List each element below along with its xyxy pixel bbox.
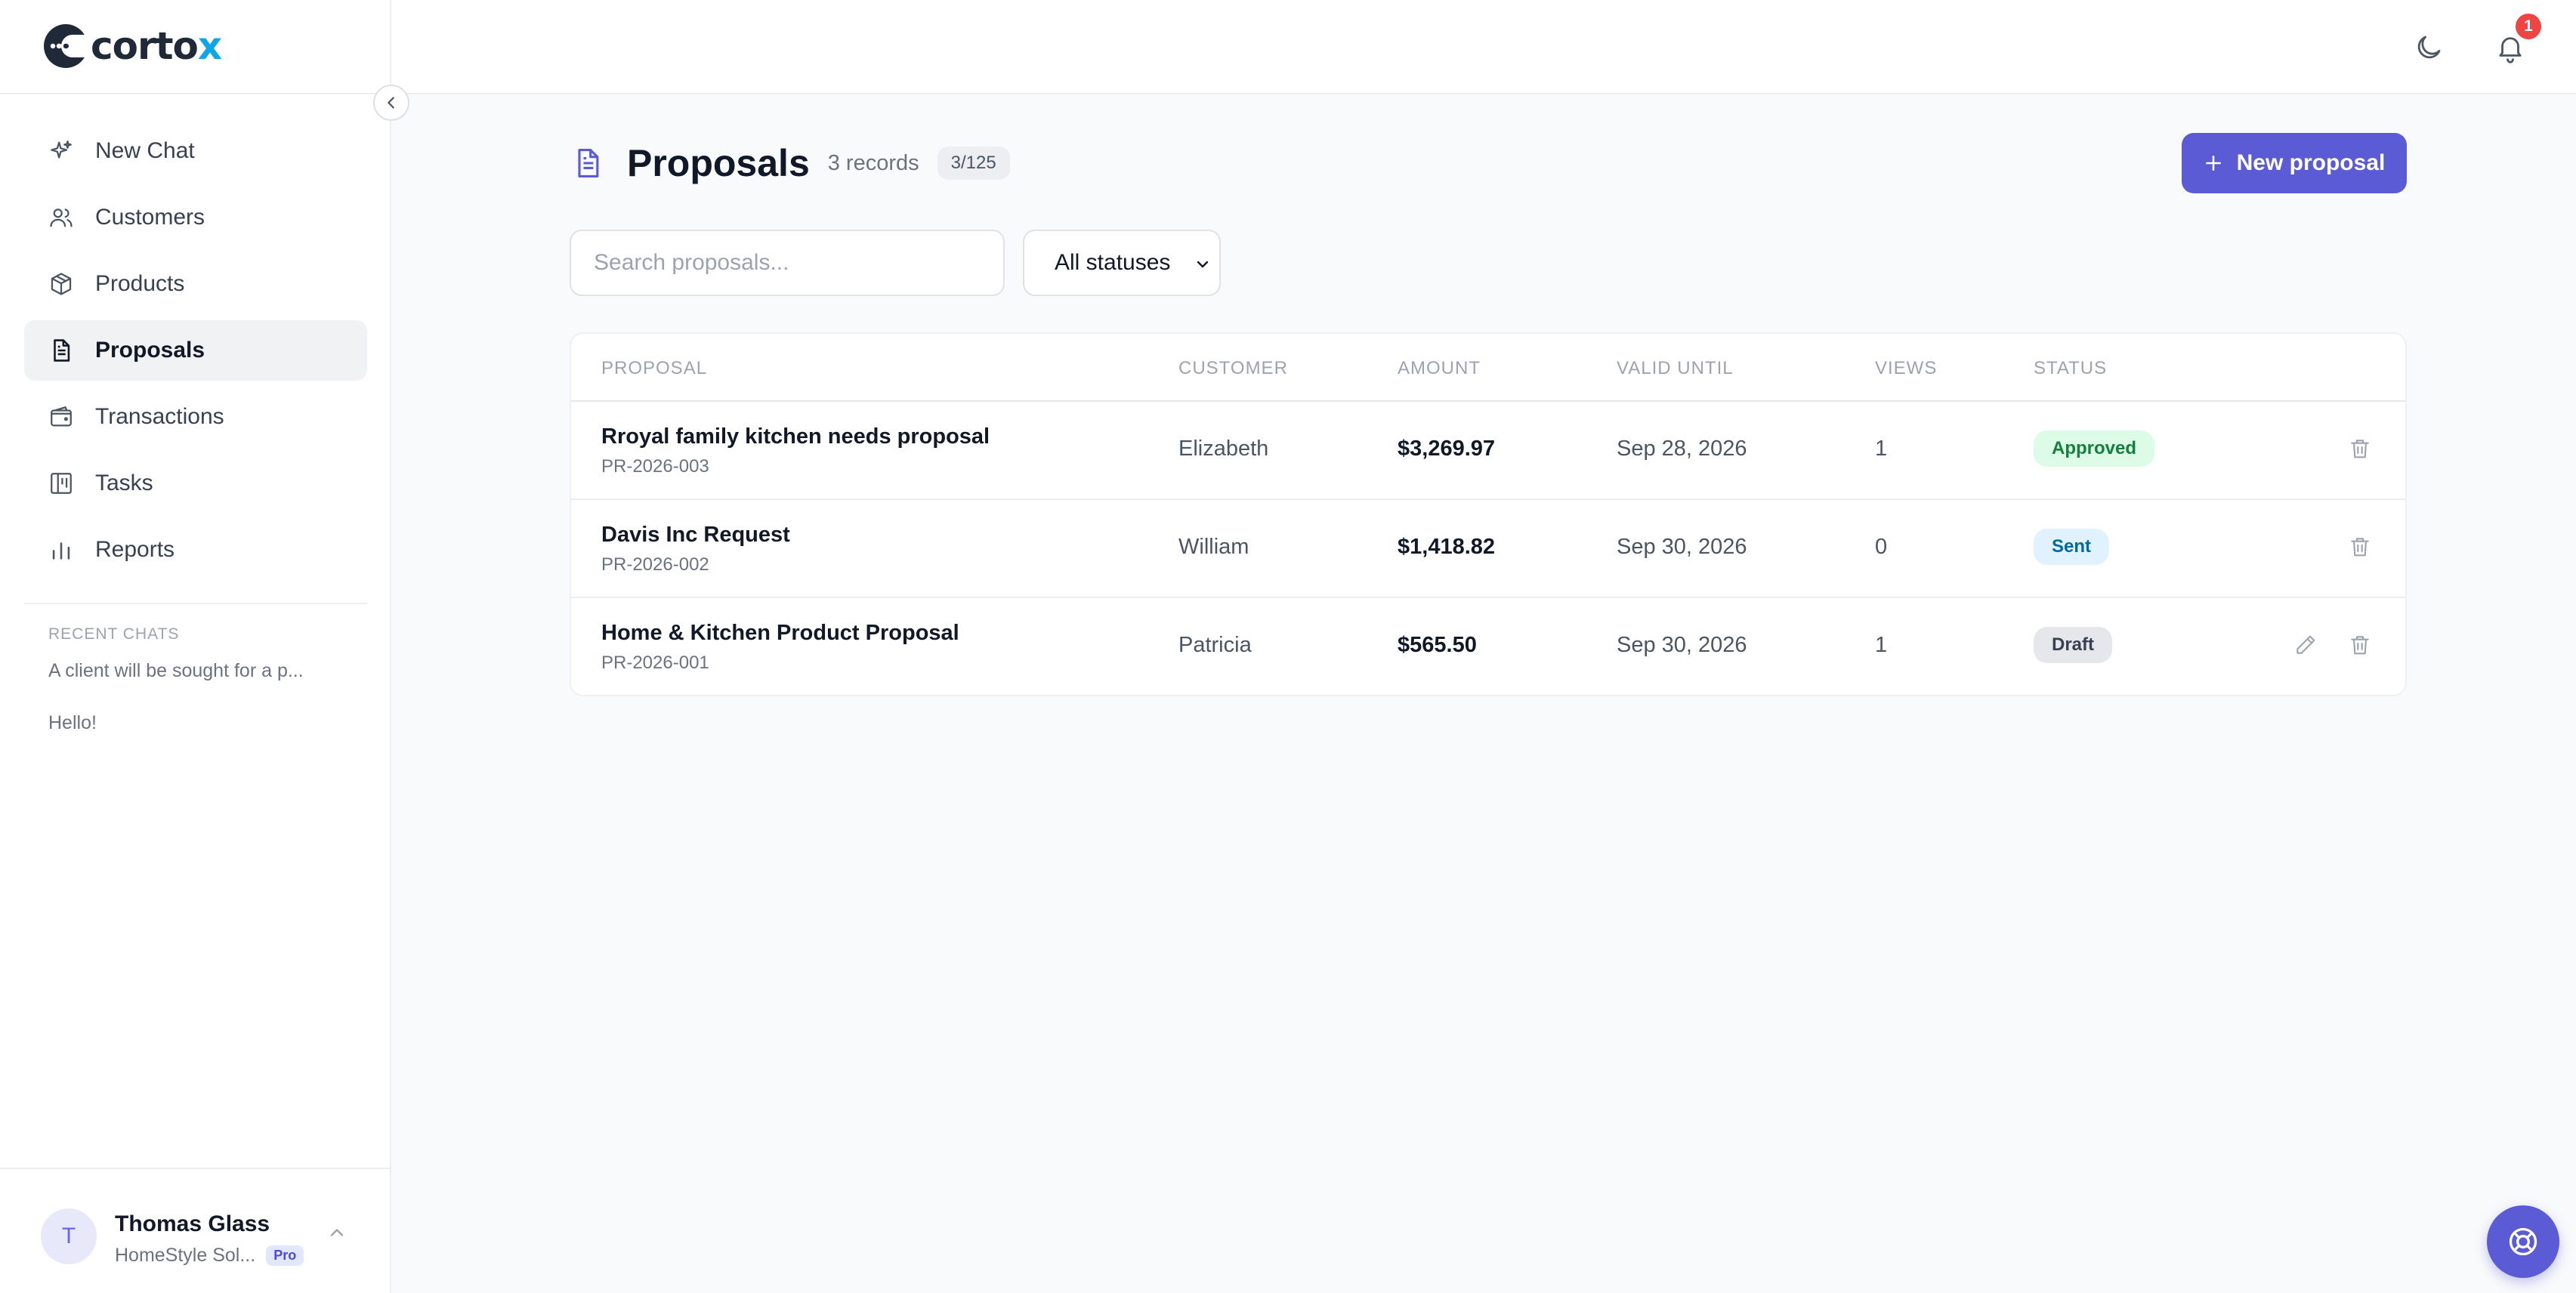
valid-until: Sep 28, 2026 [1617,437,1747,461]
column-header-status[interactable]: STATUS [2034,358,2107,379]
notification-badge: 1 [2516,14,2541,39]
user-name: Thomas Glass [115,1211,270,1236]
chevron-left-icon [388,97,394,109]
document-icon [578,149,599,177]
new-proposal-button[interactable]: New proposal [2182,133,2407,193]
proposal-title[interactable]: Home & Kitchen Product Proposal [601,621,959,646]
sidebar-item-proposals[interactable]: Proposals [24,320,367,381]
recent-chat-item[interactable]: A client will be sought for a p... [48,660,367,682]
page-header: Proposals 3 records 3/125 [571,133,1010,193]
users-icon [50,208,73,227]
status-filter-value: All statuses [1055,250,1171,275]
recent-chats-title: RECENT CHATS [48,625,180,643]
top-bar [391,0,2576,94]
sidebar-item-label: Customers [95,205,205,230]
plus-icon [2205,156,2221,171]
trash-icon[interactable] [2348,437,2372,461]
proposal-code: PR-2026-001 [601,653,709,673]
sidebar-item-label: Transactions [95,404,224,429]
logo-text: cortox [91,24,222,68]
valid-until: Sep 30, 2026 [1617,633,1747,657]
column-header-amount[interactable]: AMOUNT [1398,358,1481,379]
table-header: PROPOSAL CUSTOMER AMOUNT VALID UNTIL VIE… [571,334,2405,402]
amount: $565.50 [1398,633,1477,657]
usage-badge: 3/125 [937,147,1010,180]
sidebar-item-reports[interactable]: Reports [24,520,367,580]
sparkles-icon [51,140,72,159]
table-row[interactable]: Davis Inc Request PR-2026-002 William $1… [571,500,2405,598]
customer-name: Patricia [1178,633,1252,657]
lifebuoy-icon [2509,1227,2537,1256]
logo-area: cortox [0,0,390,94]
views-count: 1 [1875,437,1888,461]
company-name: HomeStyle Sol... [115,1245,256,1266]
status-badge: Approved [2034,430,2155,467]
pencil-icon[interactable] [2293,633,2318,657]
logo-mark-icon [44,24,89,68]
kanban-icon [51,473,72,494]
help-button[interactable] [2487,1205,2559,1278]
chevron-up-icon[interactable] [326,1222,347,1243]
document-icon [54,339,70,362]
proposal-code: PR-2026-002 [601,554,709,575]
column-header-valid-until[interactable]: VALID UNTIL [1617,358,1734,379]
proposals-table: PROPOSAL CUSTOMER AMOUNT VALID UNTIL VIE… [570,332,2407,696]
sidebar-nav: New Chat Customers Products Proposals Tr… [24,121,367,586]
views-count: 1 [1875,633,1888,657]
bar-chart-icon [52,542,70,560]
search-input[interactable] [594,250,1003,276]
package-icon [51,273,72,295]
moon-icon[interactable] [2413,32,2445,63]
sidebar-item-new-chat[interactable]: New Chat [24,121,367,181]
amount: $1,418.82 [1398,535,1496,559]
user-company: HomeStyle Sol... Pro [115,1245,304,1267]
status-badge: Draft [2034,627,2113,663]
proposal-title[interactable]: Davis Inc Request [601,523,790,548]
sidebar-item-label: New Chat [95,138,195,163]
valid-until: Sep 30, 2026 [1617,535,1747,559]
trash-icon[interactable] [2348,535,2372,559]
avatar: T [41,1208,97,1264]
sidebar-item-label: Tasks [95,471,153,495]
table-row[interactable]: Rroyal family kitchen needs proposal PR-… [571,402,2405,500]
trash-icon[interactable] [2348,633,2372,657]
column-header-proposal[interactable]: PROPOSAL [601,358,707,379]
customer-name: William [1178,535,1249,559]
proposal-title[interactable]: Rroyal family kitchen needs proposal [601,424,990,449]
new-proposal-label: New proposal [2236,150,2386,175]
proposal-code: PR-2026-003 [601,456,709,477]
column-header-views[interactable]: VIEWS [1875,358,1937,379]
sidebar-item-tasks[interactable]: Tasks [24,453,367,514]
sidebar-item-label: Reports [95,537,175,562]
sidebar-item-products[interactable]: Products [24,254,367,314]
status-filter-select[interactable]: All statuses [1023,230,1221,296]
page-title: Proposals [627,142,810,184]
search-box[interactable] [570,230,1005,296]
sidebar: cortox New Chat Customers Products Propo… [0,0,391,1293]
records-count: 3 records [827,150,919,175]
wallet-icon [51,406,72,427]
column-header-customer[interactable]: CUSTOMER [1178,358,1288,379]
status-badge: Sent [2034,529,2110,565]
table-row[interactable]: Home & Kitchen Product Proposal PR-2026-… [571,598,2405,695]
plan-badge: Pro [266,1245,304,1266]
recent-chat-item[interactable]: Hello! [48,712,367,734]
app-logo[interactable]: cortox [42,21,222,71]
sidebar-item-label: Proposals [95,338,205,363]
chevron-down-icon [1197,261,1209,268]
sidebar-item-label: Products [95,271,185,296]
collapse-sidebar-button[interactable] [373,85,409,121]
sidebar-item-customers[interactable]: Customers [24,187,367,248]
amount: $3,269.97 [1398,437,1496,461]
recent-chats: RECENT CHATS A client will be sought for… [24,603,367,734]
sidebar-item-transactions[interactable]: Transactions [24,387,367,447]
customer-name: Elizabeth [1178,437,1269,461]
views-count: 0 [1875,535,1888,559]
